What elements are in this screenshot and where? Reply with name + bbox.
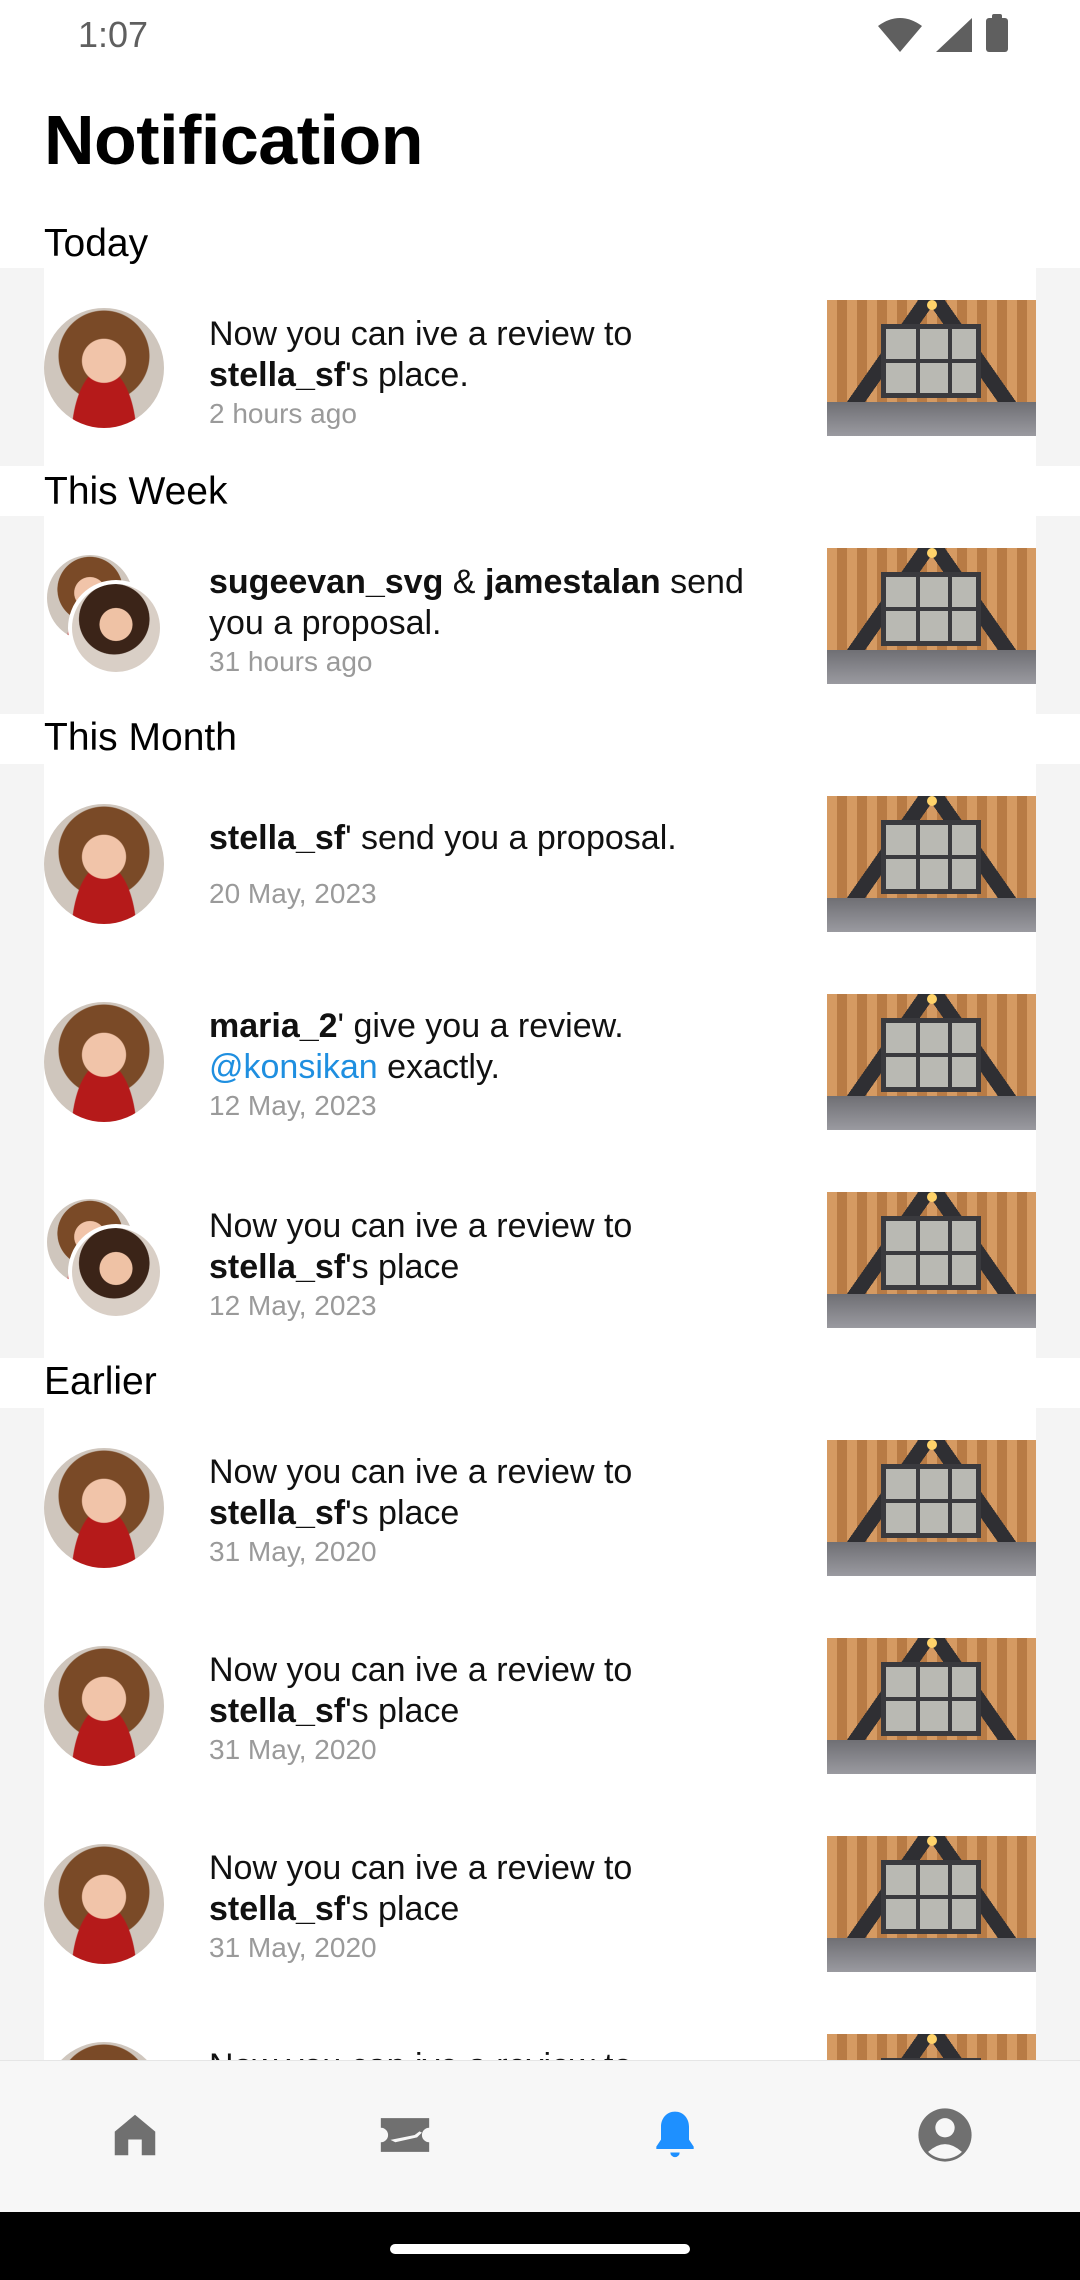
section-this-month: This Month bbox=[44, 716, 237, 759]
notification-time: 20 May, 2023 bbox=[209, 878, 377, 909]
notification-item[interactable]: maria_2' give you a review. @konsikan ex… bbox=[0, 964, 1080, 1160]
property-thumbnail[interactable] bbox=[827, 994, 1036, 1130]
bottom-navigation bbox=[0, 2060, 1080, 2212]
property-thumbnail[interactable] bbox=[827, 1638, 1036, 1774]
notification-time: 31 May, 2020 bbox=[209, 1734, 377, 1765]
ticket-icon bbox=[380, 2118, 430, 2152]
notification-time: 31 May, 2020 bbox=[209, 1932, 377, 1963]
home-gesture-handle[interactable] bbox=[390, 2244, 690, 2254]
section-today: Today bbox=[44, 222, 149, 265]
notification-item[interactable]: Now you can ive a review to stella_sf's … bbox=[0, 270, 1080, 466]
avatar bbox=[44, 1448, 164, 1568]
notification-text: Now you can ive a review to stella_sf's … bbox=[209, 315, 633, 394]
status-bar: 1:07 bbox=[0, 0, 1080, 72]
property-thumbnail[interactable] bbox=[827, 1440, 1036, 1576]
notification-item[interactable]: stella_sf' send you a proposal. 20 May, … bbox=[0, 766, 1080, 962]
notification-item[interactable]: Now you can ive a review to stella_sf's … bbox=[0, 1608, 1080, 1804]
notification-time: 31 May, 2020 bbox=[209, 1536, 377, 1567]
notification-item[interactable]: sugeevan_svg & jamestalan send you a pro… bbox=[0, 518, 1080, 714]
status-icons bbox=[878, 14, 1008, 52]
nav-profile[interactable] bbox=[915, 2105, 975, 2165]
mention-link[interactable]: @konsikan bbox=[209, 1048, 378, 1086]
notification-time: 2 hours ago bbox=[209, 398, 357, 429]
status-time: 1:07 bbox=[78, 14, 149, 55]
battery-icon bbox=[986, 14, 1008, 52]
property-thumbnail[interactable] bbox=[827, 300, 1036, 436]
avatar-pair bbox=[44, 552, 174, 682]
property-thumbnail[interactable] bbox=[827, 548, 1036, 684]
avatar bbox=[44, 1844, 164, 1964]
page-title: Notification bbox=[44, 101, 423, 179]
notification-item[interactable]: Now you can ive a review to stella_sf's … bbox=[0, 1806, 1080, 2002]
avatar bbox=[68, 580, 164, 676]
section-earlier: Earlier bbox=[44, 1360, 157, 1403]
avatar bbox=[44, 308, 164, 428]
account-icon bbox=[918, 2108, 972, 2162]
home-icon bbox=[114, 2114, 156, 2156]
section-this-week: This Week bbox=[44, 470, 228, 513]
wifi-icon bbox=[878, 18, 922, 52]
notification-item[interactable]: Now you can ive a review to stella_sf's … bbox=[0, 1162, 1080, 1358]
notification-text: sugeevan_svg & jamestalan send you a pro… bbox=[209, 563, 744, 642]
notification-time: 31 hours ago bbox=[209, 646, 373, 677]
notification-text: stella_sf' send you a proposal. bbox=[209, 819, 677, 857]
notification-time: 12 May, 2023 bbox=[209, 1290, 377, 1321]
notification-text: Now you can ive a review to stella_sf's … bbox=[209, 1651, 633, 1730]
bell-icon bbox=[656, 2111, 694, 2158]
nav-bookings[interactable] bbox=[375, 2105, 435, 2165]
notification-text: Now you can ive a review to stella_sf's … bbox=[209, 1207, 633, 1286]
avatar bbox=[44, 1002, 164, 1122]
avatar-pair bbox=[44, 1196, 174, 1326]
property-thumbnail[interactable] bbox=[827, 1192, 1036, 1328]
nav-notifications[interactable] bbox=[645, 2105, 705, 2165]
notification-text: Now you can ive a review to stella_sf's … bbox=[209, 1849, 633, 1928]
property-thumbnail[interactable] bbox=[827, 1836, 1036, 1972]
notification-time: 12 May, 2023 bbox=[209, 1090, 377, 1121]
avatar bbox=[68, 1224, 164, 1320]
avatar bbox=[44, 804, 164, 924]
notification-text: maria_2' give you a review. @konsikan ex… bbox=[209, 1007, 624, 1086]
avatar bbox=[44, 1646, 164, 1766]
nav-home[interactable] bbox=[105, 2105, 165, 2165]
notification-item[interactable]: Now you can ive a review to stella_sf's … bbox=[0, 1410, 1080, 1606]
property-thumbnail[interactable] bbox=[827, 796, 1036, 932]
notification-screen: 1:07 Notification Today This Week This M… bbox=[0, 0, 1080, 2280]
notification-text: Now you can ive a review to stella_sf's … bbox=[209, 1453, 633, 1532]
signal-icon bbox=[936, 18, 972, 52]
